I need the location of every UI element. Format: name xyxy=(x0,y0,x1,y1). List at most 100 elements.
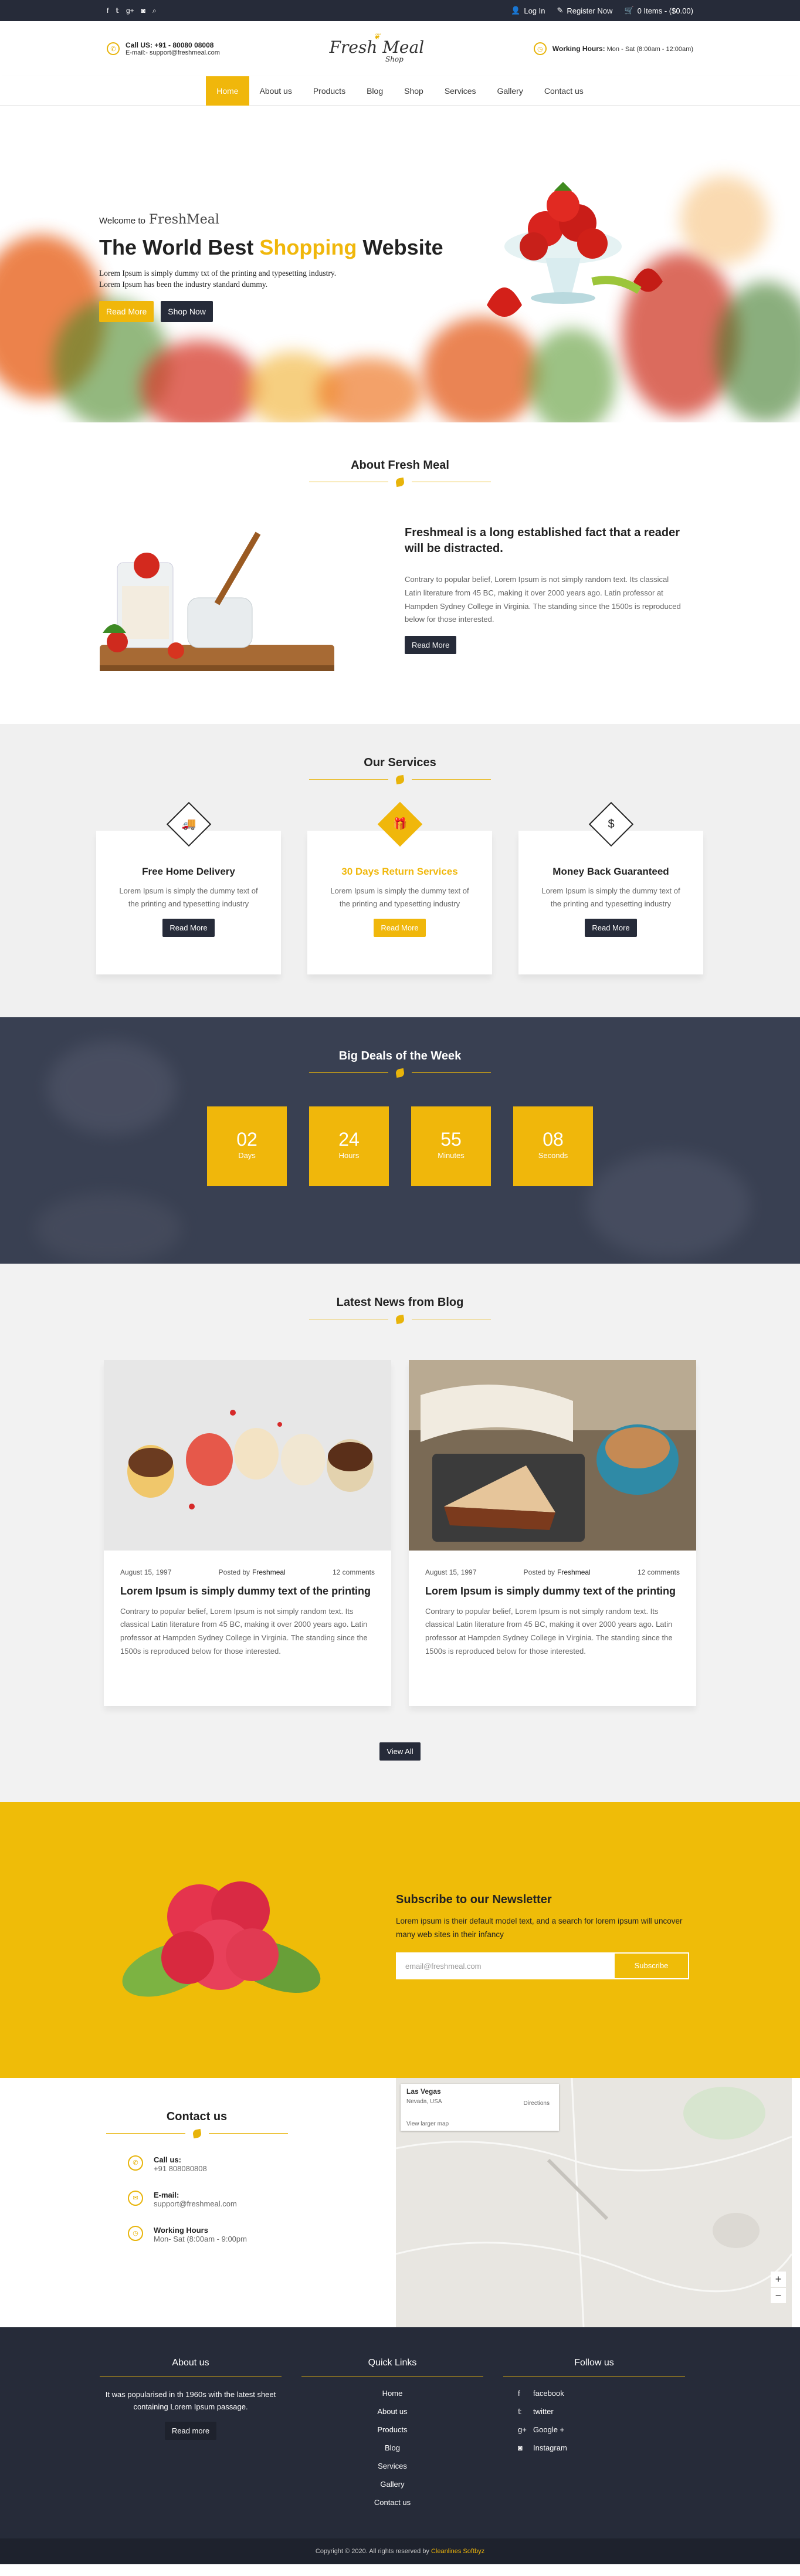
phone-icon: ✆ xyxy=(128,2155,143,2171)
about-read-more-button[interactable]: Read More xyxy=(405,636,457,654)
hero-title: The World Best Shopping Website xyxy=(99,235,443,259)
post-title[interactable]: Lorem Ipsum is simply dummy text of the … xyxy=(409,1576,696,1598)
twitter-icon[interactable]: 𝕥 xyxy=(116,6,119,15)
about-image xyxy=(100,516,393,674)
services-section: Our Services 🚚 Free Home Delivery Lorem Ip… xyxy=(0,724,800,1017)
footer-link-gallery[interactable]: Gallery xyxy=(301,2475,483,2493)
footer-link-about-us[interactable]: About us xyxy=(301,2402,483,2421)
site-header: ✆ Call US: +91 - 80080 08008 E-mail:- sup… xyxy=(0,21,800,76)
instagram-icon[interactable]: ◙ xyxy=(141,6,145,15)
newsletter-email-input[interactable]: email@freshmeal.com xyxy=(397,1953,615,1978)
footer-social-3[interactable]: ◙ Instagram xyxy=(518,2439,685,2457)
service-read-more-button[interactable]: Read More xyxy=(162,919,215,937)
divider-leaf-icon xyxy=(106,2128,288,2139)
nav-item-blog[interactable]: Blog xyxy=(356,76,394,106)
timer-minutes: 55 Minutes xyxy=(411,1106,491,1186)
about-text: Contrary to popular belief, Lorem Ipsum … xyxy=(405,575,681,624)
cart-link[interactable]: 🛒 0 Items - ($0.00) xyxy=(624,6,693,15)
post-author: Posted by Freshmeal xyxy=(523,1568,591,1576)
top-bar: f 𝕥 g+ ◙ ⌕ 👤 Log In ✎ Register Now 🛒 0 Item… xyxy=(0,0,800,21)
countdown-timer: 02 Days 24 Hours 55 Minutes 08 Seconds xyxy=(0,1106,800,1186)
service-title: Money Back Guaranteed xyxy=(552,866,669,877)
post-comments[interactable]: 12 comments xyxy=(333,1568,375,1576)
social-links: f 𝕥 g+ ◙ ⌕ xyxy=(107,6,157,15)
dollar-icon: $ xyxy=(607,818,615,831)
newsletter-title: Subscribe to our Newsletter xyxy=(396,1893,552,1906)
post-comments[interactable]: 12 comments xyxy=(638,1568,680,1576)
clock-icon: ◷ xyxy=(128,2226,143,2241)
blog-post-card[interactable]: August 15, 1997 Posted by Freshmeal 12 comm… xyxy=(104,1360,391,1706)
main-nav: Home About us Products Blog Shop Services Gall… xyxy=(0,76,800,106)
post-excerpt: Contrary to popular belief, Lorem Ipsum … xyxy=(425,1606,673,1656)
hero-banner: Welcome to FreshMeal The World Best Shopp… xyxy=(0,106,800,422)
contact-item: ✆ Call us: +91 808080808 xyxy=(128,2155,289,2173)
nav-item-contact-us[interactable]: Contact us xyxy=(534,76,594,106)
footer-link-home[interactable]: Home xyxy=(301,2384,483,2402)
hero-shop-now-button[interactable]: Shop Now xyxy=(161,300,213,322)
footer-follow: Follow us f facebook 𝕥 twitter g+ Google + ◙ In… xyxy=(503,2358,685,2511)
nav-item-about-us[interactable]: About us xyxy=(249,76,303,106)
post-meta: August 15, 1997 Posted by Freshmeal 12 comm… xyxy=(409,1551,696,1576)
post-date: August 15, 1997 xyxy=(120,1568,172,1576)
facebook-icon[interactable]: f xyxy=(107,6,109,15)
about-section: About Fresh Meal Freshmeal is a long est… xyxy=(0,422,800,724)
facebook-icon: f xyxy=(518,2389,520,2398)
hero-read-more-button[interactable]: Read More xyxy=(99,300,154,322)
news-section: Latest News from Blog August 15, 1997 Pos… xyxy=(0,1264,800,1802)
footer-social-1[interactable]: 𝕥 twitter xyxy=(518,2402,685,2421)
blog-post-image xyxy=(409,1360,696,1551)
map-larger-link[interactable]: View larger map xyxy=(406,2121,449,2127)
subscribe-button[interactable]: Subscribe xyxy=(615,1953,688,1978)
clock-icon: ◷ xyxy=(533,42,547,55)
post-title[interactable]: Lorem Ipsum is simply dummy text of the … xyxy=(104,1576,391,1598)
logo[interactable]: ❦ Fresh Meal Shop xyxy=(330,33,425,63)
service-read-more-button[interactable]: Read More xyxy=(585,919,637,937)
divider-leaf-icon xyxy=(309,1314,491,1325)
map-directions-link[interactable]: Directions xyxy=(524,2100,550,2107)
footer-link-blog[interactable]: Blog xyxy=(301,2439,483,2457)
services-title: Our Services xyxy=(364,756,436,769)
nav-item-services[interactable]: Services xyxy=(434,76,487,106)
footer-social-2[interactable]: g+ Google + xyxy=(518,2421,685,2439)
nav-item-home[interactable]: Home xyxy=(206,76,249,106)
timer-hours: 24 Hours xyxy=(309,1106,389,1186)
zoom-out-button[interactable]: − xyxy=(771,2288,786,2303)
copyright: Copyright © 2020. All rights reserved by… xyxy=(0,2538,800,2564)
footer-link-products[interactable]: Products xyxy=(301,2421,483,2439)
truck-icon: 🚚 xyxy=(181,818,196,831)
register-link[interactable]: ✎ Register Now xyxy=(557,6,613,15)
service-title: 30 Days Return Services xyxy=(341,866,458,877)
search-icon[interactable]: ⌕ xyxy=(152,6,157,15)
edit-icon: ✎ xyxy=(557,6,564,15)
service-read-more-button[interactable]: Read More xyxy=(374,919,426,937)
site-footer: About us It was popularised in th 1960s … xyxy=(0,2327,800,2564)
post-meta: August 15, 1997 Posted by Freshmeal 12 comm… xyxy=(104,1551,391,1576)
footer-read-more-button[interactable]: Read more xyxy=(164,2421,217,2440)
footer-link-contact-us[interactable]: Contact us xyxy=(301,2493,483,2511)
zoom-in-button[interactable]: + xyxy=(771,2272,786,2287)
google-plus-icon[interactable]: g+ xyxy=(126,6,134,15)
footer-link-services[interactable]: Services xyxy=(301,2457,483,2475)
raspberries-image xyxy=(122,1881,321,1997)
post-author: Posted by Freshmeal xyxy=(218,1568,286,1576)
nav-item-gallery[interactable]: Gallery xyxy=(487,76,534,106)
google-plus-icon: g+ xyxy=(518,2425,527,2434)
divider-leaf-icon xyxy=(309,1068,491,1078)
post-date: August 15, 1997 xyxy=(425,1568,477,1576)
about-title: About Fresh Meal xyxy=(351,459,449,472)
timer-seconds: 08 Seconds xyxy=(513,1106,593,1186)
view-all-button[interactable]: View All xyxy=(379,1742,421,1761)
nav-item-products[interactable]: Products xyxy=(303,76,356,106)
footer-social-0[interactable]: f facebook xyxy=(518,2384,685,2402)
login-link[interactable]: 👤 Log In xyxy=(511,6,545,15)
user-icon: 👤 xyxy=(511,6,521,15)
blog-post-card[interactable]: August 15, 1997 Posted by Freshmeal 12 comm… xyxy=(409,1360,696,1706)
blog-post-image xyxy=(104,1360,391,1551)
map-embed[interactable]: Las Vegas Nevada, USA Directions View la… xyxy=(396,2078,792,2327)
nav-item-shop[interactable]: Shop xyxy=(394,76,434,106)
service-card: $ Money Back Guaranteed Lorem Ipsum is sim… xyxy=(518,801,703,974)
hero-description: Lorem Ipsum is simply dummy txt of the p… xyxy=(99,269,337,289)
timer-days: 02 Days xyxy=(207,1106,287,1186)
service-card: 🚚 Free Home Delivery Lorem Ipsum is simply… xyxy=(96,801,281,974)
email-icon: ✉ xyxy=(128,2191,143,2206)
